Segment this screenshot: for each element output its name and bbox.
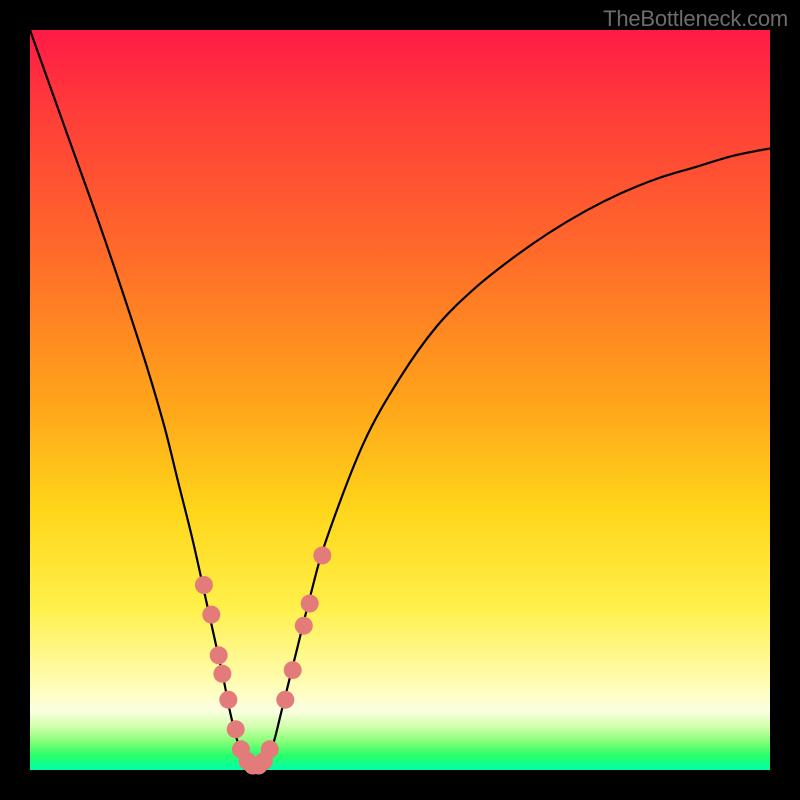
chart-frame: TheBottleneck.com bbox=[0, 0, 800, 800]
highlight-dot bbox=[210, 646, 228, 664]
bottleneck-curve bbox=[30, 30, 770, 767]
highlight-dot bbox=[219, 691, 237, 709]
highlight-dot bbox=[227, 720, 245, 738]
highlight-dot bbox=[313, 546, 331, 564]
highlight-dot bbox=[195, 576, 213, 594]
plot-area bbox=[30, 30, 770, 770]
highlight-dot bbox=[301, 595, 319, 613]
highlight-dot bbox=[295, 617, 313, 635]
highlight-dot bbox=[202, 606, 220, 624]
highlight-dots bbox=[195, 546, 331, 774]
highlight-dot bbox=[276, 691, 294, 709]
watermark-text: TheBottleneck.com bbox=[603, 6, 788, 32]
chart-overlay bbox=[30, 30, 770, 770]
highlight-dot bbox=[284, 661, 302, 679]
highlight-dot bbox=[261, 740, 279, 758]
highlight-dot bbox=[213, 665, 231, 683]
